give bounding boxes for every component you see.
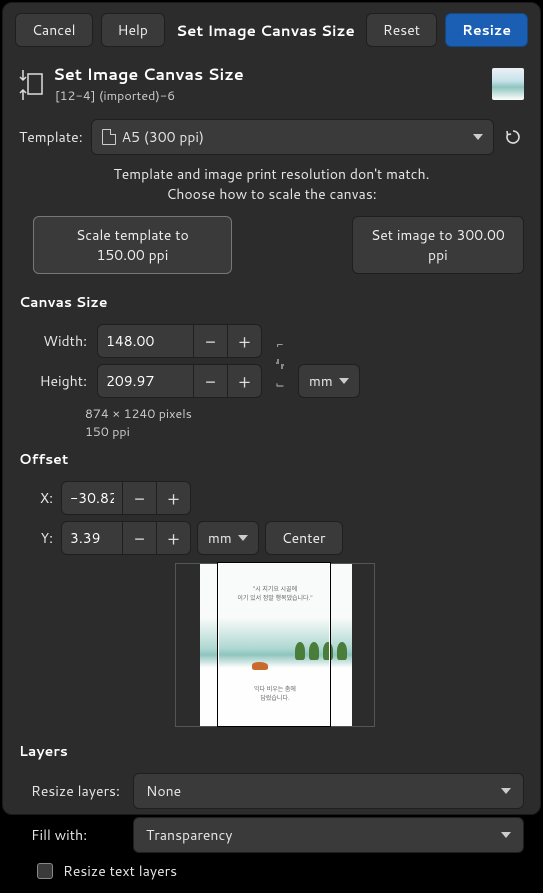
width-input[interactable] bbox=[98, 325, 193, 357]
offset-unit-value: mm bbox=[208, 528, 232, 548]
height-spinner[interactable]: − + bbox=[97, 364, 262, 398]
height-plus-button[interactable]: + bbox=[227, 365, 261, 397]
canvas-unit-select[interactable]: mm bbox=[298, 364, 360, 398]
fill-with-value: Transparency bbox=[146, 825, 233, 845]
link-bracket-bottom: ⌙ bbox=[275, 376, 284, 392]
width-row: Width: − + bbox=[29, 324, 262, 358]
width-label: Width: bbox=[29, 331, 87, 351]
titlebar: Cancel Help Set Image Canvas Size Reset … bbox=[3, 3, 540, 57]
header-subtitle: [12-4] (imported)-6 bbox=[53, 87, 482, 105]
chevron-down-icon bbox=[501, 832, 511, 838]
aspect-link-toggle[interactable]: ⌐ ⌙ bbox=[272, 336, 288, 392]
center-button[interactable]: Center bbox=[265, 521, 343, 555]
image-thumbnail bbox=[492, 68, 524, 100]
resize-layers-row: Resize layers: None bbox=[31, 773, 524, 809]
offset-title: Offset bbox=[19, 449, 524, 469]
canvas-pixel-info: 874 × 1240 pixels 150 ppi bbox=[19, 406, 524, 441]
resize-text-label: Resize text layers bbox=[63, 861, 177, 881]
chevron-down-icon bbox=[473, 134, 483, 140]
width-plus-button[interactable]: + bbox=[227, 325, 261, 357]
offset-x-label: X: bbox=[29, 488, 53, 508]
resize-text-checkbox[interactable] bbox=[37, 863, 53, 879]
template-value: A5 (300 ppi) bbox=[122, 127, 204, 147]
dialog-window: Cancel Help Set Image Canvas Size Reset … bbox=[2, 2, 541, 815]
canvas-resize-icon bbox=[19, 68, 43, 100]
chain-broken-icon bbox=[274, 358, 286, 370]
header-row: Set Image Canvas Size [12-4] (imported)-… bbox=[19, 63, 524, 105]
canvas-preview[interactable]: "시 지기요 시골에이기 있서 정말 행복댔습니다." 익다 비우는 춤에답렀습… bbox=[175, 563, 375, 727]
warning-line1: Template and image print resolution don'… bbox=[19, 165, 524, 185]
layers-title: Layers bbox=[19, 741, 524, 761]
chevron-down-icon bbox=[238, 535, 248, 541]
resolution-warning: Template and image print resolution don'… bbox=[19, 165, 524, 204]
height-minus-button[interactable]: − bbox=[193, 365, 227, 397]
height-label: Height: bbox=[29, 371, 87, 391]
offset-x-minus-button[interactable]: − bbox=[122, 482, 156, 514]
height-input[interactable] bbox=[98, 365, 193, 397]
ppi-value: 150 ppi bbox=[85, 424, 524, 442]
template-label: Template: bbox=[19, 127, 83, 147]
cancel-button[interactable]: Cancel bbox=[15, 13, 93, 47]
document-icon bbox=[102, 129, 116, 145]
set-image-ppi-button[interactable]: Set image to 300.00 ppi bbox=[352, 216, 524, 274]
offset-y-spinner[interactable]: − + bbox=[61, 521, 191, 555]
warning-line2: Choose how to scale the canvas: bbox=[19, 185, 524, 205]
offset-y-input[interactable] bbox=[62, 522, 122, 554]
offset-unit-select[interactable]: mm bbox=[197, 521, 259, 555]
offset-x-row: X: − + bbox=[19, 481, 524, 515]
offset-x-spinner[interactable]: − + bbox=[61, 481, 191, 515]
resize-layers-select[interactable]: None bbox=[133, 773, 524, 809]
chevron-down-icon bbox=[501, 788, 511, 794]
canvas-size-title: Canvas Size bbox=[19, 292, 524, 312]
scale-buttons-row: Scale template to 150.00 ppi Set image t… bbox=[19, 216, 524, 274]
width-minus-button[interactable]: − bbox=[193, 325, 227, 357]
resize-button[interactable]: Resize bbox=[445, 13, 528, 47]
chevron-down-icon bbox=[339, 378, 349, 384]
width-spinner[interactable]: − + bbox=[97, 324, 262, 358]
scale-template-button[interactable]: Scale template to 150.00 ppi bbox=[33, 216, 232, 274]
reset-button[interactable]: Reset bbox=[366, 13, 437, 47]
offset-x-input[interactable] bbox=[62, 482, 122, 514]
offset-x-plus-button[interactable]: + bbox=[156, 482, 190, 514]
resize-layers-value: None bbox=[146, 781, 181, 801]
help-button[interactable]: Help bbox=[101, 13, 165, 47]
canvas-unit-value: mm bbox=[309, 371, 333, 391]
link-bracket-top: ⌐ bbox=[277, 336, 283, 352]
resize-layers-label: Resize layers: bbox=[31, 781, 125, 801]
header-title: Set Image Canvas Size bbox=[53, 63, 482, 86]
template-select[interactable]: A5 (300 ppi) bbox=[91, 119, 494, 155]
fill-with-row: Fill with: Transparency bbox=[31, 817, 524, 853]
fill-with-select[interactable]: Transparency bbox=[133, 817, 524, 853]
offset-y-row: Y: − + mm Center bbox=[19, 521, 524, 555]
template-row: Template: A5 (300 ppi) bbox=[19, 119, 524, 155]
offset-y-label: Y: bbox=[29, 528, 53, 548]
preview-canvas-frame[interactable] bbox=[218, 563, 330, 726]
offset-y-plus-button[interactable]: + bbox=[156, 522, 190, 554]
height-row: Height: − + bbox=[29, 364, 262, 398]
dialog-content: Set Image Canvas Size [12-4] (imported)-… bbox=[3, 57, 540, 893]
fill-with-label: Fill with: bbox=[31, 825, 125, 845]
dialog-title: Set Image Canvas Size bbox=[173, 20, 358, 41]
offset-y-minus-button[interactable]: − bbox=[122, 522, 156, 554]
resize-text-row: Resize text layers bbox=[37, 861, 524, 881]
pixel-dims: 874 × 1240 pixels bbox=[85, 406, 524, 424]
template-reset-button[interactable] bbox=[502, 126, 524, 148]
